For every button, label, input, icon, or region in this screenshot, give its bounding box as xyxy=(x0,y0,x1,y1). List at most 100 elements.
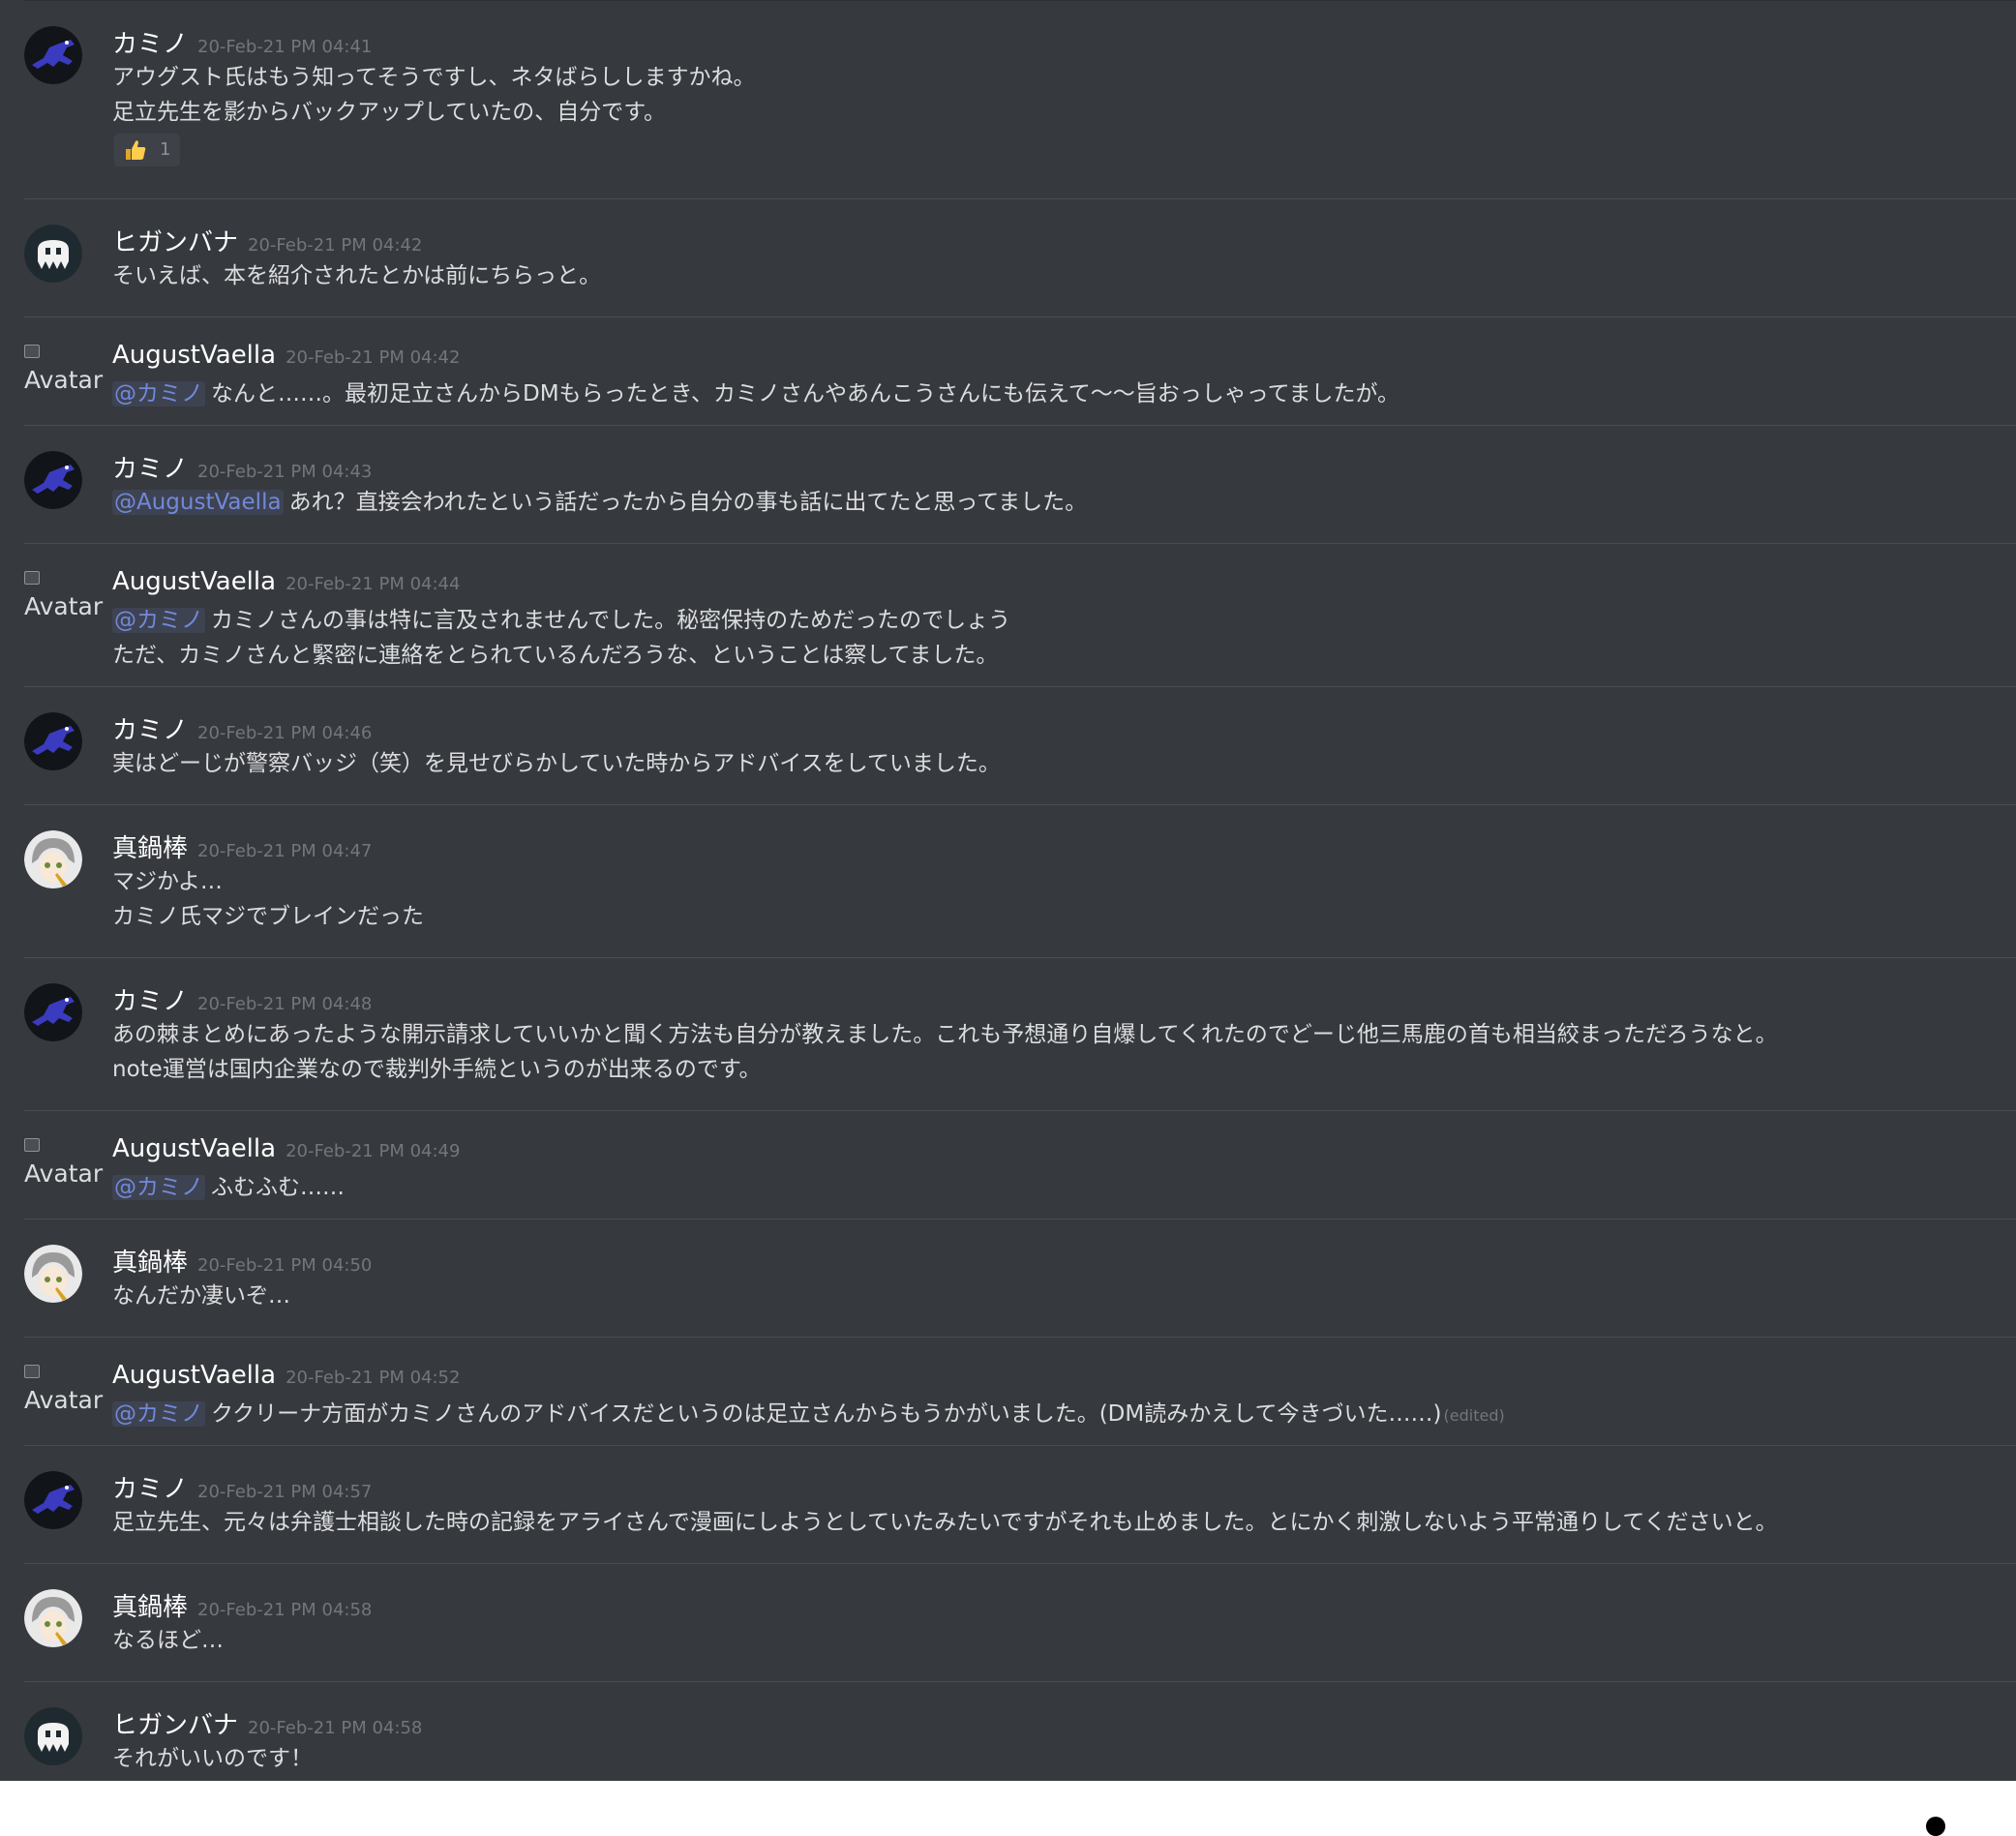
message-content: あれ？直接会われたという話だったから自分の事も話に出てたと思ってました。 xyxy=(288,490,1088,515)
avatar-alt-text: Avatar xyxy=(24,366,104,394)
broken-image-icon xyxy=(24,571,40,585)
avatar[interactable]: Avatar xyxy=(24,1136,104,1188)
message-text: 実はどーじが警察バッジ（笑）を見せびらかしていた時からアドバイスをしていました。 xyxy=(112,744,1001,777)
message-content: ククリーナ方面がカミノさんのアドバイスだというのは足立さんからもうかがいました。… xyxy=(211,1401,1442,1427)
message-text: 足立先生、元々は弁護士相談した時の記録をアライさんで漫画にしようとしていたみたい… xyxy=(112,1503,1778,1536)
author-name[interactable]: 真鍋棒 xyxy=(112,1249,188,1278)
avatar[interactable]: Avatar xyxy=(24,1363,104,1414)
author-name[interactable]: AugustVaella xyxy=(112,341,276,370)
reaction-count: 1 xyxy=(160,139,171,160)
message-text: マジかよ… xyxy=(112,862,223,895)
message-text: @AugustVaella あれ？直接会われたという話だったから自分の事も話に出て… xyxy=(112,483,1087,516)
message-text: 足立先生を影からバックアップしていたの、自分です。 xyxy=(112,93,666,126)
timestamp: 20-Feb-21 PM 04:42 xyxy=(286,347,461,368)
avatar[interactable] xyxy=(24,1471,82,1529)
message-header: カミノ 20-Feb-21 PM 04:48 xyxy=(112,981,372,1017)
message-content: そいえば、本を紹介されたとかは前にちらっと。 xyxy=(112,263,602,288)
message-text: あの棘まとめにあったような開示請求していいかと聞く方法も自分が教えました。これも… xyxy=(112,1015,1778,1048)
avatar[interactable] xyxy=(24,26,82,84)
avatar[interactable]: Avatar xyxy=(24,569,104,620)
message: 真鍋棒 20-Feb-21 PM 04:47 マジかよ… カミノ氏マジでブレインだった xyxy=(24,804,2016,958)
timestamp: 20-Feb-21 PM 04:52 xyxy=(286,1368,461,1388)
author-name[interactable]: ヒガンバナ xyxy=(112,228,238,257)
message: カミノ 20-Feb-21 PM 04:48 あの棘まとめにあったような開示請求して… xyxy=(24,957,2016,1111)
timestamp: 20-Feb-21 PM 04:48 xyxy=(197,994,373,1014)
message-text: カミノ氏マジでブレインだった xyxy=(112,897,424,930)
user-mention[interactable]: @カミノ xyxy=(112,608,205,633)
message-content: ふむふむ…… xyxy=(211,1175,345,1200)
avatar[interactable] xyxy=(24,712,82,770)
timestamp: 20-Feb-21 PM 04:49 xyxy=(286,1141,461,1161)
message-text: ただ、カミノさんと緊密に連絡をとられているんだろうな、ということは察してました。 xyxy=(112,636,998,669)
message-header: カミノ 20-Feb-21 PM 04:41 xyxy=(112,24,372,60)
author-name[interactable]: AugustVaella xyxy=(112,567,276,596)
reaction-thumbs-up[interactable]: 1 xyxy=(114,134,180,166)
avatar[interactable] xyxy=(24,830,82,888)
author-name[interactable]: ヒガンバナ xyxy=(112,1711,238,1740)
message: ヒガンバナ 20-Feb-21 PM 04:58 それがいいのです！ xyxy=(24,1681,2016,1781)
message: Avatar AugustVaella 20-Feb-21 PM 04:42 @カミノ… xyxy=(24,316,2016,426)
message-text: note運営は国内企業なので裁判外手続というのが出来るのです。 xyxy=(112,1050,762,1083)
timestamp: 20-Feb-21 PM 04:47 xyxy=(197,841,373,861)
author-name[interactable]: AugustVaella xyxy=(112,1361,276,1390)
author-name[interactable]: カミノ xyxy=(112,30,188,59)
message-content: マジかよ… xyxy=(112,869,223,894)
message-text: @カミノ なんと……。最初足立さんからDMもらったとき、カミノさんやあんこうさんに… xyxy=(112,375,1399,407)
avatar[interactable] xyxy=(24,1245,82,1303)
timestamp: 20-Feb-21 PM 04:58 xyxy=(248,1718,423,1738)
timestamp: 20-Feb-21 PM 04:58 xyxy=(197,1600,373,1620)
message-content: なんと……。最初足立さんからDMもらったとき、カミノさんやあんこうさんにも伝えて… xyxy=(211,381,1400,406)
message-content: 実はどーじが警察バッジ（笑）を見せびらかしていた時からアドバイスをしていました。 xyxy=(112,751,1001,776)
avatar-alt-text: Avatar xyxy=(24,1386,104,1414)
avatar[interactable] xyxy=(24,451,82,509)
message: カミノ 20-Feb-21 PM 04:46 実はどーじが警察バッジ（笑）を見せびら… xyxy=(24,686,2016,805)
message-content: なるほど… xyxy=(112,1628,224,1653)
timestamp: 20-Feb-21 PM 04:43 xyxy=(197,462,373,482)
message-content: カミノ氏マジでブレインだった xyxy=(112,904,424,929)
author-name[interactable]: 真鍋棒 xyxy=(112,834,188,863)
message-header: 真鍋棒 20-Feb-21 PM 04:50 xyxy=(112,1243,372,1279)
message: Avatar AugustVaella 20-Feb-21 PM 04:44 @カミノ… xyxy=(24,543,2016,687)
author-name[interactable]: AugustVaella xyxy=(112,1134,276,1163)
author-name[interactable]: カミノ xyxy=(112,987,188,1016)
author-name[interactable]: カミノ xyxy=(112,455,188,484)
message-content: 足立先生を影からバックアップしていたの、自分です。 xyxy=(112,100,667,125)
user-mention[interactable]: @カミノ xyxy=(112,1401,205,1427)
author-name[interactable]: カミノ xyxy=(112,1475,188,1504)
message-header: AugustVaella 20-Feb-21 PM 04:49 xyxy=(112,1134,460,1163)
user-mention[interactable]: @カミノ xyxy=(112,1175,205,1200)
author-name[interactable]: 真鍋棒 xyxy=(112,1593,188,1622)
message-content: なんだか凄いぞ… xyxy=(112,1283,290,1309)
avatar-alt-text: Avatar xyxy=(24,1159,104,1188)
message: カミノ 20-Feb-21 PM 04:43 @AugustVaella あれ？直接会… xyxy=(24,425,2016,544)
message-header: ヒガンバナ 20-Feb-21 PM 04:58 xyxy=(112,1705,422,1741)
message-content: アウグスト氏はもう知ってそうですし、ネタばらししますかね。 xyxy=(112,65,756,90)
user-mention[interactable]: @カミノ xyxy=(112,381,205,406)
timestamp: 20-Feb-21 PM 04:41 xyxy=(197,37,373,57)
message-header: カミノ 20-Feb-21 PM 04:57 xyxy=(112,1469,372,1505)
broken-image-icon xyxy=(24,345,40,358)
message-text: なんだか凄いぞ… xyxy=(112,1277,290,1309)
author-name[interactable]: カミノ xyxy=(112,716,188,745)
edited-marker: (edited) xyxy=(1443,1406,1505,1425)
avatar[interactable] xyxy=(24,1707,82,1765)
message-header: カミノ 20-Feb-21 PM 04:43 xyxy=(112,449,372,485)
user-mention[interactable]: @AugustVaella xyxy=(112,490,284,515)
message-header: AugustVaella 20-Feb-21 PM 04:44 xyxy=(112,567,460,596)
message-header: AugustVaella 20-Feb-21 PM 04:42 xyxy=(112,341,460,370)
timestamp: 20-Feb-21 PM 04:57 xyxy=(197,1482,373,1502)
message: 真鍋棒 20-Feb-21 PM 04:50 なんだか凄いぞ… xyxy=(24,1219,2016,1338)
avatar-alt-text: Avatar xyxy=(24,592,104,620)
scroll-indicator[interactable] xyxy=(1926,1817,1945,1836)
chat-log: カミノ 20-Feb-21 PM 04:41 アウグスト氏はもう知ってそうですし、ネ… xyxy=(0,0,2016,1781)
message-content: カミノさんの事は特に言及されませんでした。秘密保持のためだったのでしょう xyxy=(211,608,1011,633)
avatar[interactable] xyxy=(24,983,82,1041)
avatar[interactable]: Avatar xyxy=(24,343,104,394)
message-text: アウグスト氏はもう知ってそうですし、ネタばらししますかね。 xyxy=(112,58,755,91)
avatar[interactable] xyxy=(24,225,82,283)
timestamp: 20-Feb-21 PM 04:46 xyxy=(197,723,373,743)
message-header: カミノ 20-Feb-21 PM 04:46 xyxy=(112,710,372,746)
message-header: ヒガンバナ 20-Feb-21 PM 04:42 xyxy=(112,223,422,258)
broken-image-icon xyxy=(24,1138,40,1152)
avatar[interactable] xyxy=(24,1589,82,1647)
